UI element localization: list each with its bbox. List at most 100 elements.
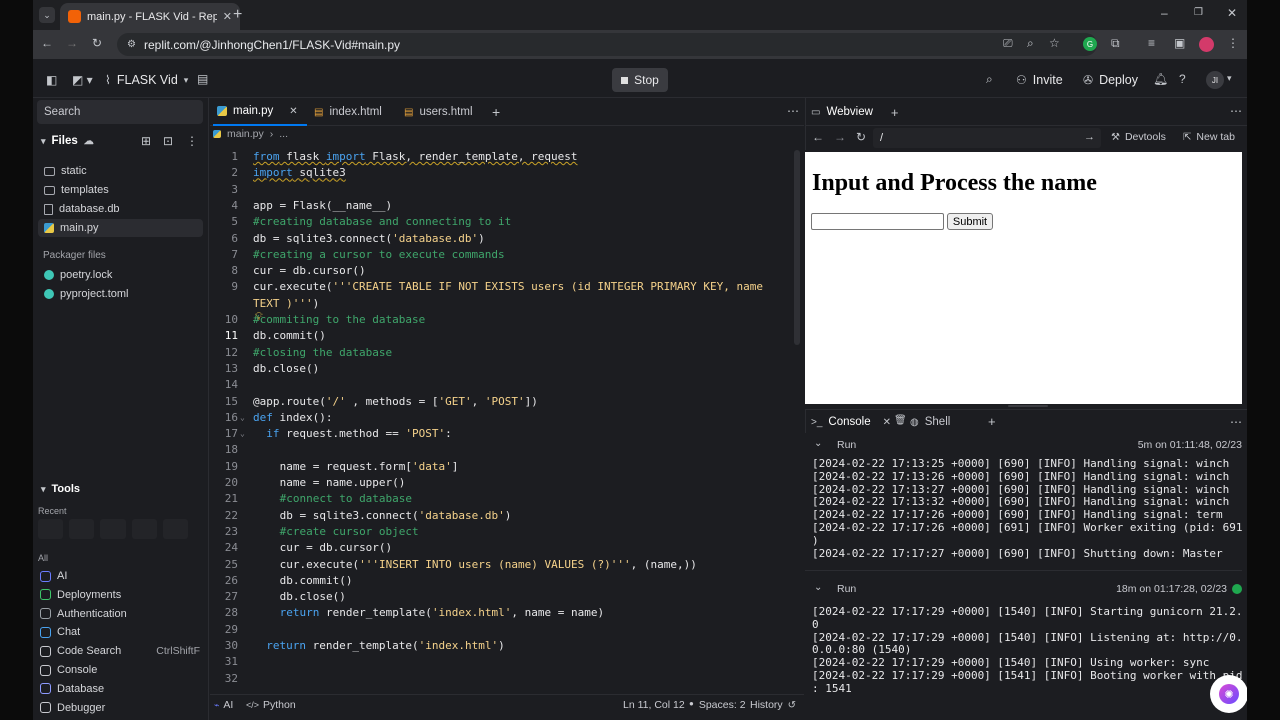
search-icon[interactable]: ⌕	[986, 72, 993, 87]
reading-list-icon[interactable]: ≡	[1148, 36, 1155, 50]
close-window-icon[interactable]: ✕	[1227, 6, 1237, 20]
clear-console-icon[interactable]: 🗑︎	[894, 415, 907, 426]
code-line[interactable]: name = name.upper()	[253, 476, 406, 489]
tab-console[interactable]: >_ Console ✕	[811, 410, 891, 434]
code-line[interactable]: from flask import Flask, render_template…	[253, 150, 578, 163]
invite-button[interactable]: ⚇ Invite	[1016, 73, 1063, 87]
browser-tab-active[interactable]: main.py - FLASK Vid - Replit ✕	[60, 3, 240, 30]
webview-reload-icon[interactable]: ↻	[856, 130, 866, 144]
new-folder-icon[interactable]: ⊡	[163, 134, 173, 148]
code-line[interactable]: db.close()	[253, 590, 346, 603]
tab-main-py[interactable]: main.py ✕	[213, 98, 307, 126]
breadcrumb-ellipsis[interactable]: ...	[279, 128, 288, 140]
fold-chevron-icon[interactable]: ⌄	[240, 429, 245, 438]
tab-index-html[interactable]: ▤ index.html	[310, 98, 398, 126]
code-line[interactable]: db.commit()	[253, 329, 326, 342]
maximize-icon[interactable]: ❐	[1194, 7, 1203, 18]
tool-item[interactable]: Authentication	[40, 605, 200, 623]
forward-icon[interactable]: →	[66, 36, 78, 50]
assistant-fab-button[interactable]: ✺	[1210, 675, 1247, 713]
go-arrow-icon[interactable]: →	[1084, 131, 1095, 143]
code-line[interactable]: db = sqlite3.connect('database.db')	[253, 509, 512, 522]
tab-users-html[interactable]: ▤ users.html	[400, 98, 490, 126]
sidebar-search[interactable]: Search	[37, 100, 203, 124]
site-info-icon[interactable]: ⚙	[127, 39, 136, 50]
repl-info-icon[interactable]: ▤	[197, 72, 208, 86]
code-line[interactable]: @app.route('/' , methods = ['GET', 'POST…	[253, 395, 538, 408]
close-tab-icon[interactable]: ✕	[289, 106, 297, 117]
code-line[interactable]: import sqlite3	[253, 166, 346, 179]
editor-menu-icon[interactable]: ⋯	[787, 104, 799, 118]
notifications-bell-icon[interactable]: 🔔︎	[1153, 72, 1168, 86]
stop-button[interactable]: Stop	[612, 68, 668, 92]
fold-chevron-icon[interactable]: ⌄	[240, 413, 245, 422]
help-icon[interactable]: ?	[1179, 72, 1186, 86]
code-line[interactable]: #creating database and connecting to it	[253, 215, 511, 228]
name-input[interactable]	[811, 213, 944, 230]
code-line[interactable]: return render_template('index.html')	[253, 639, 504, 652]
tool-item[interactable]: Code Search CtrlShiftF	[40, 642, 200, 660]
code-line[interactable]: #create cursor object	[253, 525, 419, 538]
code-line[interactable]: app = Flask(__name__)	[253, 199, 392, 212]
code-line[interactable]: name = request.form['data']	[253, 460, 459, 473]
tool-item[interactable]: Debugger	[40, 699, 200, 717]
code-line[interactable]: #creating a cursor to execute commands	[253, 248, 505, 261]
reload-icon[interactable]: ↻	[92, 36, 102, 50]
pane-resize-handle[interactable]	[1008, 405, 1048, 407]
code-editor[interactable]: 1 from flask import Flask, render_templat…	[210, 148, 800, 693]
webview-url-input[interactable]: / →	[873, 128, 1101, 148]
code-line[interactable]: if request.method == 'POST':	[253, 427, 451, 440]
side-panel-icon[interactable]: ▣	[1174, 36, 1185, 50]
tab-webview[interactable]: ▭ Webview +	[811, 98, 899, 126]
packager-file-item[interactable]: poetry.lock	[44, 266, 112, 284]
pane-menu-icon[interactable]: ⋯	[1230, 415, 1242, 429]
chevron-down-icon[interactable]: ▾	[1227, 73, 1232, 84]
packager-file-item[interactable]: pyproject.toml	[44, 285, 128, 303]
zoom-icon[interactable]: ⌕	[1027, 36, 1034, 51]
devtools-button[interactable]: ⚒ Devtools	[1111, 131, 1166, 143]
user-avatar[interactable]: JI	[1206, 71, 1224, 89]
add-pane-icon[interactable]: +	[988, 414, 996, 429]
layout-menu-icon[interactable]: ◩ ▾	[72, 73, 93, 87]
code-line[interactable]: #closing the database	[253, 346, 392, 359]
new-file-icon[interactable]: ⊞	[141, 134, 151, 148]
lightbulb-icon[interactable]: 💡︎	[255, 311, 263, 324]
new-tab-icon[interactable]: +	[233, 6, 242, 24]
editor-scrollbar[interactable]	[794, 150, 800, 345]
tool-item[interactable]: Console	[40, 661, 200, 679]
extension-green-icon[interactable]: G	[1083, 37, 1097, 51]
tool-item[interactable]: Database	[40, 680, 200, 698]
code-line[interactable]: db.close()	[253, 362, 319, 375]
language-status[interactable]: </> Python	[246, 699, 296, 711]
run-header[interactable]: ⌄ Run 5m on 01:11:48, 02/23	[805, 434, 1242, 456]
code-line[interactable]: #connect to database	[253, 492, 412, 505]
bookmark-star-icon[interactable]: ☆	[1049, 36, 1060, 50]
extensions-puzzle-icon[interactable]: ⧉	[1111, 36, 1120, 51]
add-pane-icon[interactable]: +	[891, 105, 899, 120]
run-header[interactable]: ⌄ Run 18m on 01:17:28, 02/23	[805, 578, 1242, 600]
code-line[interactable]: cur = db.cursor()	[253, 264, 366, 277]
pane-menu-icon[interactable]: ⋯	[1230, 104, 1242, 118]
code-line[interactable]: cur = db.cursor()	[253, 541, 393, 554]
tool-item[interactable]: AI	[40, 567, 200, 585]
code-line[interactable]: cur.execute('''CREATE TABLE IF NOT EXIST…	[253, 280, 763, 293]
webview-back-icon[interactable]: ←	[812, 130, 824, 144]
tab-shell[interactable]: ◍ Shell	[910, 410, 950, 434]
tool-item[interactable]: Chat	[40, 623, 200, 641]
new-tab-button[interactable]: ⇱ New tab	[1183, 131, 1235, 143]
cast-icon[interactable]: ⎚	[1003, 36, 1013, 51]
history-button[interactable]: History ↺	[750, 699, 796, 711]
sidebar-toggle-icon[interactable]: ◧	[46, 73, 57, 87]
tool-item[interactable]: Deployments	[40, 586, 200, 604]
code-line[interactable]: cur.execute('''INSERT INTO users (name) …	[253, 558, 697, 571]
code-line[interactable]: TEXT )''')	[253, 297, 319, 310]
ai-status[interactable]: ⌁ AI	[214, 699, 233, 711]
files-menu-icon[interactable]: ⋮	[186, 134, 198, 148]
indent-status[interactable]: ● Spaces: 2	[689, 699, 746, 711]
submit-button[interactable]: Submit	[947, 213, 993, 230]
webview-forward-icon[interactable]: →	[834, 130, 846, 144]
code-line[interactable]: db = sqlite3.connect('database.db')	[253, 232, 485, 245]
add-tab-icon[interactable]: +	[492, 104, 500, 120]
file-item[interactable]: main.py	[38, 219, 203, 237]
files-section-header[interactable]: ▾ Files ☁	[41, 132, 94, 150]
